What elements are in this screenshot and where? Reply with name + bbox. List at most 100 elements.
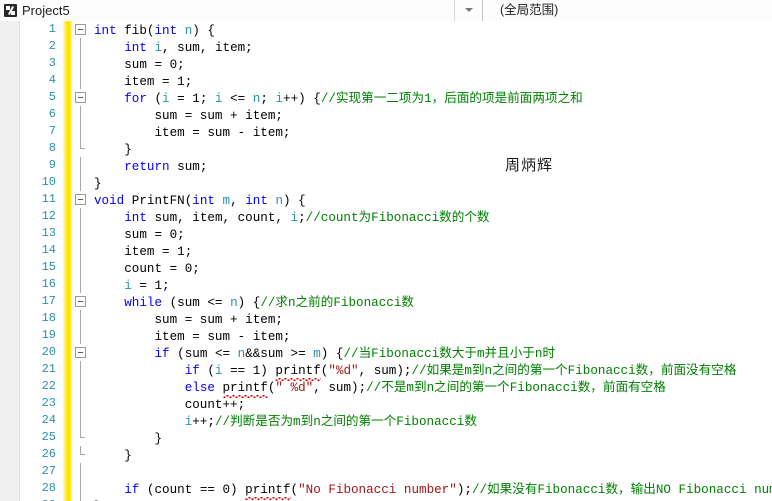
code-line[interactable]: return sum; [72, 157, 772, 174]
line-number: 21 [41, 362, 56, 376]
document-tab-project5[interactable]: Project5 [0, 0, 455, 21]
code-line-text: } [94, 177, 102, 191]
line-number: 19 [41, 328, 56, 342]
editor-titlebar: Project5 (全局范围) [0, 0, 772, 21]
line-number: 3 [48, 56, 56, 70]
code-line[interactable]: item = 1; [72, 242, 772, 259]
project-icon [4, 3, 17, 17]
code-line[interactable] [72, 463, 772, 480]
indicator-margin[interactable] [0, 21, 20, 501]
code-line-text: int fib(int n) { [94, 24, 215, 38]
code-line[interactable]: sum = 0; [72, 55, 772, 72]
code-line[interactable]: i = 1; [72, 276, 772, 293]
code-line-text: sum = sum + item; [94, 109, 283, 123]
line-number: 23 [41, 396, 56, 410]
line-number: 12 [41, 209, 56, 223]
code-line-text: sum = 0; [94, 58, 185, 72]
code-line[interactable]: int i, sum, item; [72, 38, 772, 55]
code-line-text: if (sum <= n&&sum >= m) {//当Fibonacci数大于… [154, 347, 556, 361]
code-line[interactable]: if (count == 0) printf("No Fibonacci num… [72, 480, 772, 500]
line-number: 14 [41, 243, 56, 257]
code-line[interactable]: while (sum <= n) {//求n之前的Fibonacci数 [72, 293, 772, 310]
code-line-text: if (i == 1) printf("%d", sum);//如果是m到n之间… [184, 364, 737, 381]
code-line-text: i = 1; [124, 279, 170, 293]
line-number: 26 [41, 447, 56, 461]
code-line-text: item = sum - item; [94, 126, 291, 140]
ide-window: Project5 (全局范围) 1 2 3 4 5 6 7 8 9 10 11 12 13 14 15 16 1… [0, 0, 772, 501]
code-line-text: item = 1; [94, 245, 193, 259]
code-line[interactable]: sum = sum + item; [72, 106, 772, 123]
code-line[interactable]: else printf(" %d", sum);//不是m到n之间的第一个Fib… [72, 378, 772, 398]
code-line-text: i++;//判断是否为m到n之间的第一个Fibonacci数 [184, 415, 477, 429]
code-line-text: else printf(" %d", sum);//不是m到n之间的第一个Fib… [184, 381, 666, 398]
line-number: 7 [48, 124, 56, 138]
chevron-down-icon [464, 8, 473, 12]
code-line[interactable]: for (i = 1; i <= n; i++) {//实现第一二项为1，后面的… [72, 89, 772, 106]
line-number: 29 [20, 497, 63, 501]
line-number: 25 [41, 430, 56, 444]
code-line[interactable]: if (sum <= n&&sum >= m) {//当Fibonacci数大于… [72, 344, 772, 361]
change-indicator-bar [63, 21, 72, 501]
code-text-area[interactable]: int fib(int n) { int i, sum, item; sum =… [72, 21, 772, 501]
code-line-text: count++; [94, 398, 246, 412]
line-number: 17 [41, 294, 56, 308]
line-number: 2 [48, 39, 56, 53]
code-line[interactable]: item = 1; [72, 72, 772, 89]
line-number: 24 [41, 413, 56, 427]
line-number: 15 [41, 260, 56, 274]
code-line[interactable]: } [72, 174, 772, 191]
line-number: 8 [48, 141, 56, 155]
code-line-text: return sum; [124, 160, 208, 174]
navigation-dropdown-button[interactable] [455, 0, 483, 21]
code-line[interactable]: int fib(int n) { [72, 21, 772, 38]
line-number: 13 [41, 226, 56, 240]
code-line[interactable]: item = sum - item; [72, 123, 772, 140]
code-line-text: int i, sum, item; [124, 41, 253, 55]
code-line-text: if (count == 0) printf("No Fibonacci num… [124, 483, 772, 500]
code-line[interactable]: i++;//判断是否为m到n之间的第一个Fibonacci数 [72, 412, 772, 429]
code-editor[interactable]: 1 2 3 4 5 6 7 8 9 10 11 12 13 14 15 16 17 18 19 20 21 22 23 24 2… [0, 21, 772, 501]
line-number: 5 [48, 90, 56, 104]
line-number: 11 [41, 192, 56, 206]
code-line[interactable]: } [72, 140, 772, 157]
code-line-text: sum = 0; [94, 228, 185, 242]
line-number: 22 [41, 379, 56, 393]
code-line-text: item = 1; [94, 75, 193, 89]
code-line-text: } [94, 143, 132, 157]
line-number: 18 [41, 311, 56, 325]
code-line-text: int sum, item, count, i;//count为Fibonacc… [124, 211, 490, 225]
line-number: 9 [48, 158, 56, 172]
line-number: 10 [41, 175, 56, 189]
code-line-text: for (i = 1; i <= n; i++) {//实现第一二项为1，后面的… [124, 92, 583, 106]
scope-selector-label: (全局范围) [500, 2, 559, 17]
code-line-text: } [94, 449, 132, 463]
code-line[interactable]: sum = sum + item; [72, 310, 772, 327]
line-number: 20 [41, 345, 56, 359]
document-tab-label: Project5 [22, 2, 70, 18]
code-line-text: item = sum - item; [94, 330, 291, 344]
code-line[interactable]: void PrintFN(int m, int n) { [72, 191, 772, 208]
code-line[interactable]: } [72, 497, 772, 501]
line-number: 4 [48, 73, 56, 87]
code-line[interactable]: count = 0; [72, 259, 772, 276]
code-line[interactable]: } [72, 446, 772, 463]
code-line[interactable]: } [72, 429, 772, 446]
code-line-text: sum = sum + item; [94, 313, 283, 327]
code-line[interactable]: count++; [72, 395, 772, 412]
line-number: 6 [48, 107, 56, 121]
code-line[interactable]: sum = 0; [72, 225, 772, 242]
code-line-text: } [94, 432, 163, 446]
code-line-text: count = 0; [94, 262, 200, 276]
line-number-gutter: 1 2 3 4 5 6 7 8 9 10 11 12 13 14 15 16 17 18 19 20 21 22 23 24 2… [20, 21, 63, 501]
code-line[interactable]: if (i == 1) printf("%d", sum);//如果是m到n之间… [72, 361, 772, 381]
line-number: 1 [48, 22, 56, 36]
code-line-text: while (sum <= n) {//求n之前的Fibonacci数 [124, 296, 414, 310]
line-number: 16 [41, 277, 56, 291]
code-line[interactable]: item = sum - item; [72, 327, 772, 344]
code-line[interactable]: int sum, item, count, i;//count为Fibonacc… [72, 208, 772, 225]
scope-selector[interactable]: (全局范围) [483, 0, 772, 21]
code-line-text: void PrintFN(int m, int n) { [94, 194, 306, 208]
line-number: 27 [41, 464, 56, 478]
line-number: 28 [41, 481, 56, 495]
